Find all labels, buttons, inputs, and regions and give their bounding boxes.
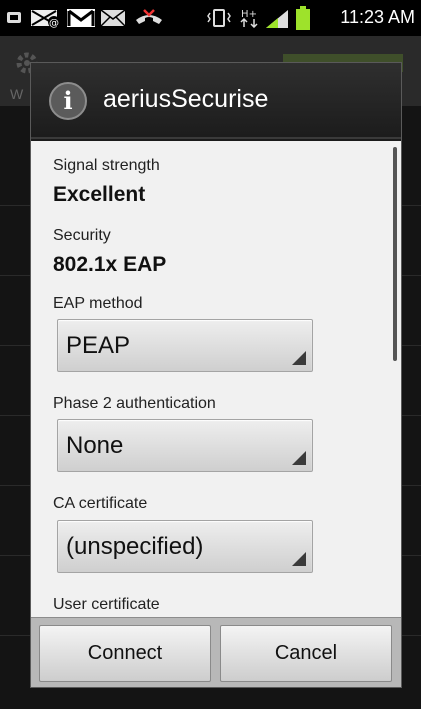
notification-icon: [7, 12, 21, 23]
svg-text:@: @: [49, 18, 59, 28]
dropdown-arrow-icon: [292, 351, 306, 365]
signal-icon: [266, 10, 288, 28]
ca-cert-value: (unspecified): [66, 533, 204, 560]
phase2-value: None: [66, 432, 124, 459]
scrollbar[interactable]: [393, 147, 397, 361]
phone-end-icon: [136, 9, 162, 24]
battery-icon: [296, 6, 310, 30]
network-activity-icon: H+: [240, 9, 258, 28]
dialog-footer: Connect Cancel: [31, 617, 401, 687]
email-icon: [100, 9, 126, 27]
cancel-button[interactable]: Cancel: [220, 625, 392, 682]
info-icon: i: [49, 82, 87, 120]
clock: 11:23 AM: [340, 7, 415, 27]
svg-text:H+: H+: [241, 9, 257, 20]
connect-button[interactable]: Connect: [39, 625, 211, 682]
dropdown-arrow-icon: [292, 552, 306, 566]
eap-method-value: PEAP: [66, 332, 131, 359]
dialog-title: aeriusSecurise: [103, 85, 269, 113]
dropdown-arrow-icon: [292, 451, 306, 465]
gmail-icon: [67, 9, 95, 27]
user-cert-label: User certificate: [53, 596, 160, 613]
vibrate-icon: [207, 9, 231, 27]
phase2-select[interactable]: None: [57, 419, 313, 472]
eap-method-label: EAP method: [53, 295, 143, 312]
dialog-body[interactable]: Signal strength Excellent Security 802.1…: [31, 141, 401, 617]
background-letter: W: [10, 86, 24, 102]
status-bar: @ H+ 11:23 AM: [0, 0, 421, 36]
ca-cert-label: CA certificate: [53, 495, 148, 512]
phase2-label: Phase 2 authentication: [53, 395, 216, 412]
wifi-connect-dialog: i aeriusSecurise Signal strength Excelle…: [30, 62, 402, 688]
dialog-header: i aeriusSecurise: [31, 63, 401, 139]
signal-strength-label: Signal strength: [53, 157, 160, 174]
security-value: 802.1x EAP: [53, 253, 167, 276]
ca-cert-select[interactable]: (unspecified): [57, 520, 313, 573]
missed-call-icon: @: [31, 10, 60, 28]
eap-method-select[interactable]: PEAP: [57, 319, 313, 372]
signal-strength-value: Excellent: [53, 183, 146, 206]
security-label: Security: [53, 227, 111, 244]
